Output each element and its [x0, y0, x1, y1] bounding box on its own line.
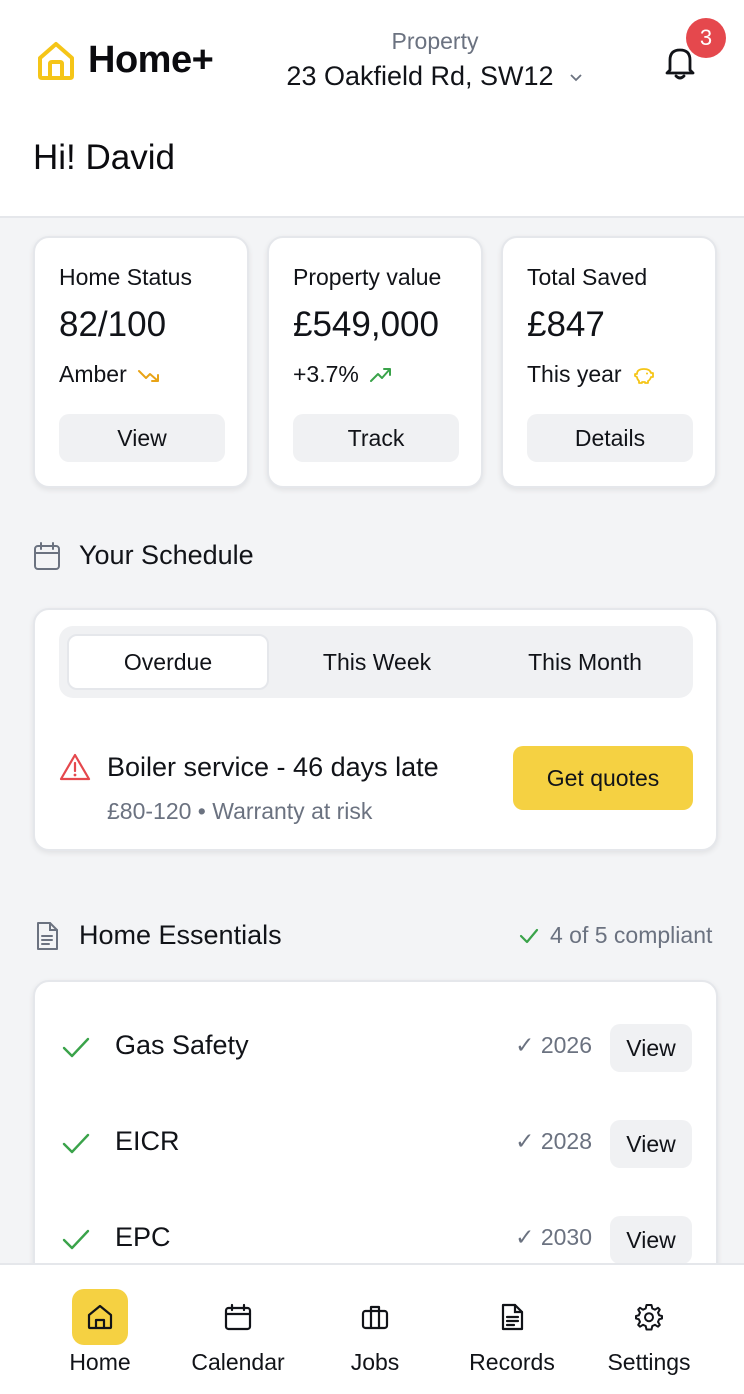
overdue-task-title: Boiler service - 46 days late — [107, 752, 439, 782]
nav-label: Home — [69, 1349, 131, 1375]
property-address-row[interactable]: 23 Oakfield Rd, SW12 — [286, 61, 583, 92]
essential-item-gas-safety: Gas Safety ✓ 2026 View — [35, 1018, 716, 1078]
stat-sub: +3.7% — [293, 361, 457, 388]
document-icon — [37, 921, 58, 950]
app-name: Home+ — [88, 38, 214, 81]
stat-sub-text: This year — [527, 361, 622, 387]
greeting: Hi! David — [33, 138, 175, 177]
piggy-bank-icon — [633, 367, 654, 384]
nav-records-icon-wrap — [484, 1289, 540, 1345]
check-icon — [62, 1229, 90, 1250]
nav-calendar[interactable]: Calendar — [164, 1265, 312, 1394]
stat-label: Home Status — [59, 264, 192, 290]
app-logo[interactable]: Home+ — [34, 38, 214, 82]
essential-item-eicr: EICR ✓ 2028 View — [35, 1114, 716, 1174]
stat-sub-text: +3.7% — [293, 361, 359, 387]
essentials-heading: Home Essentials — [33, 920, 282, 951]
nav-jobs[interactable]: Jobs — [301, 1265, 449, 1394]
schedule-title: Your Schedule — [79, 540, 254, 570]
view-eicr-button[interactable]: View — [610, 1120, 692, 1168]
briefcase-icon — [361, 1305, 389, 1330]
stat-label: Property value — [293, 264, 442, 290]
document-icon — [501, 1303, 524, 1331]
check-icon — [519, 928, 539, 943]
overdue-task-details: £80-120 • Warranty at risk — [107, 798, 373, 824]
tab-overdue[interactable]: Overdue — [67, 634, 269, 690]
app-header: Home+ Property 23 Oakfield Rd, SW12 3 Hi… — [0, 0, 744, 218]
view-status-button[interactable]: View — [59, 414, 225, 462]
property-selector[interactable]: Property 23 Oakfield Rd, SW12 — [270, 28, 600, 92]
essential-expiry: ✓ 2028 — [515, 1128, 592, 1154]
nav-settings-icon-wrap — [621, 1289, 677, 1345]
nav-jobs-icon-wrap — [347, 1289, 403, 1345]
essential-name: EPC — [115, 1222, 171, 1252]
check-icon — [62, 1037, 90, 1058]
total-saved-card: Total Saved £847 This year Details — [501, 236, 717, 488]
property-label: Property — [391, 28, 479, 54]
track-value-button[interactable]: Track — [293, 414, 459, 462]
warning-icon — [59, 753, 91, 781]
nav-settings[interactable]: Settings — [575, 1265, 723, 1394]
nav-label: Jobs — [350, 1349, 400, 1375]
calendar-icon — [224, 1303, 252, 1331]
stat-label: Total Saved — [527, 264, 648, 290]
notification-badge: 3 — [686, 18, 726, 58]
bottom-nav: Home Calendar Jobs Records Settings — [0, 1263, 744, 1394]
compliance-text: 4 of 5 compliant — [550, 922, 713, 948]
trend-down-icon — [137, 369, 159, 382]
gear-icon — [635, 1304, 663, 1331]
essential-expiry: ✓ 2026 — [515, 1032, 592, 1058]
home-status-card: Home Status 82/100 Amber View — [33, 236, 249, 488]
get-quotes-button[interactable]: Get quotes — [513, 746, 693, 810]
essential-item-epc: EPC ✓ 2030 View — [35, 1210, 716, 1270]
nav-label: Calendar — [191, 1349, 285, 1375]
tab-this-month[interactable]: This Month — [483, 634, 687, 690]
nav-label: Records — [469, 1349, 555, 1375]
stat-value: 82/100 — [59, 305, 167, 344]
house-logo-icon — [38, 42, 74, 80]
property-value-card: Property value £549,000 +3.7% Track — [267, 236, 483, 488]
nav-calendar-icon-wrap — [210, 1289, 266, 1345]
trend-up-icon — [369, 367, 391, 382]
savings-details-button[interactable]: Details — [527, 414, 693, 462]
stat-sub-text: Amber — [59, 361, 127, 387]
schedule-card: Overdue This Week This Month Boiler serv… — [33, 608, 718, 851]
nav-label: Settings — [607, 1349, 691, 1375]
schedule-tabs: Overdue This Week This Month — [59, 626, 693, 698]
essential-name: Gas Safety — [115, 1030, 249, 1060]
nav-home[interactable]: Home — [26, 1265, 174, 1394]
stat-value: £847 — [527, 305, 605, 344]
nav-home-icon-wrap — [72, 1289, 128, 1345]
stat-sub: This year — [527, 361, 691, 388]
check-icon — [62, 1133, 90, 1154]
schedule-heading: Your Schedule — [33, 540, 254, 571]
essential-name: EICR — [115, 1126, 180, 1156]
calendar-icon — [34, 541, 60, 570]
essentials-title: Home Essentials — [79, 920, 282, 950]
home-icon — [87, 1304, 113, 1330]
view-epc-button[interactable]: View — [610, 1216, 692, 1264]
tab-this-week[interactable]: This Week — [277, 634, 477, 690]
essential-expiry: ✓ 2030 — [515, 1224, 592, 1250]
stat-value: £549,000 — [293, 305, 439, 344]
compliance-summary: 4 of 5 compliant — [518, 922, 712, 949]
property-address: 23 Oakfield Rd, SW12 — [286, 61, 554, 91]
nav-records[interactable]: Records — [438, 1265, 586, 1394]
stat-sub: Amber — [59, 361, 223, 388]
chevron-down-icon — [569, 73, 582, 81]
view-gas-safety-button[interactable]: View — [610, 1024, 692, 1072]
